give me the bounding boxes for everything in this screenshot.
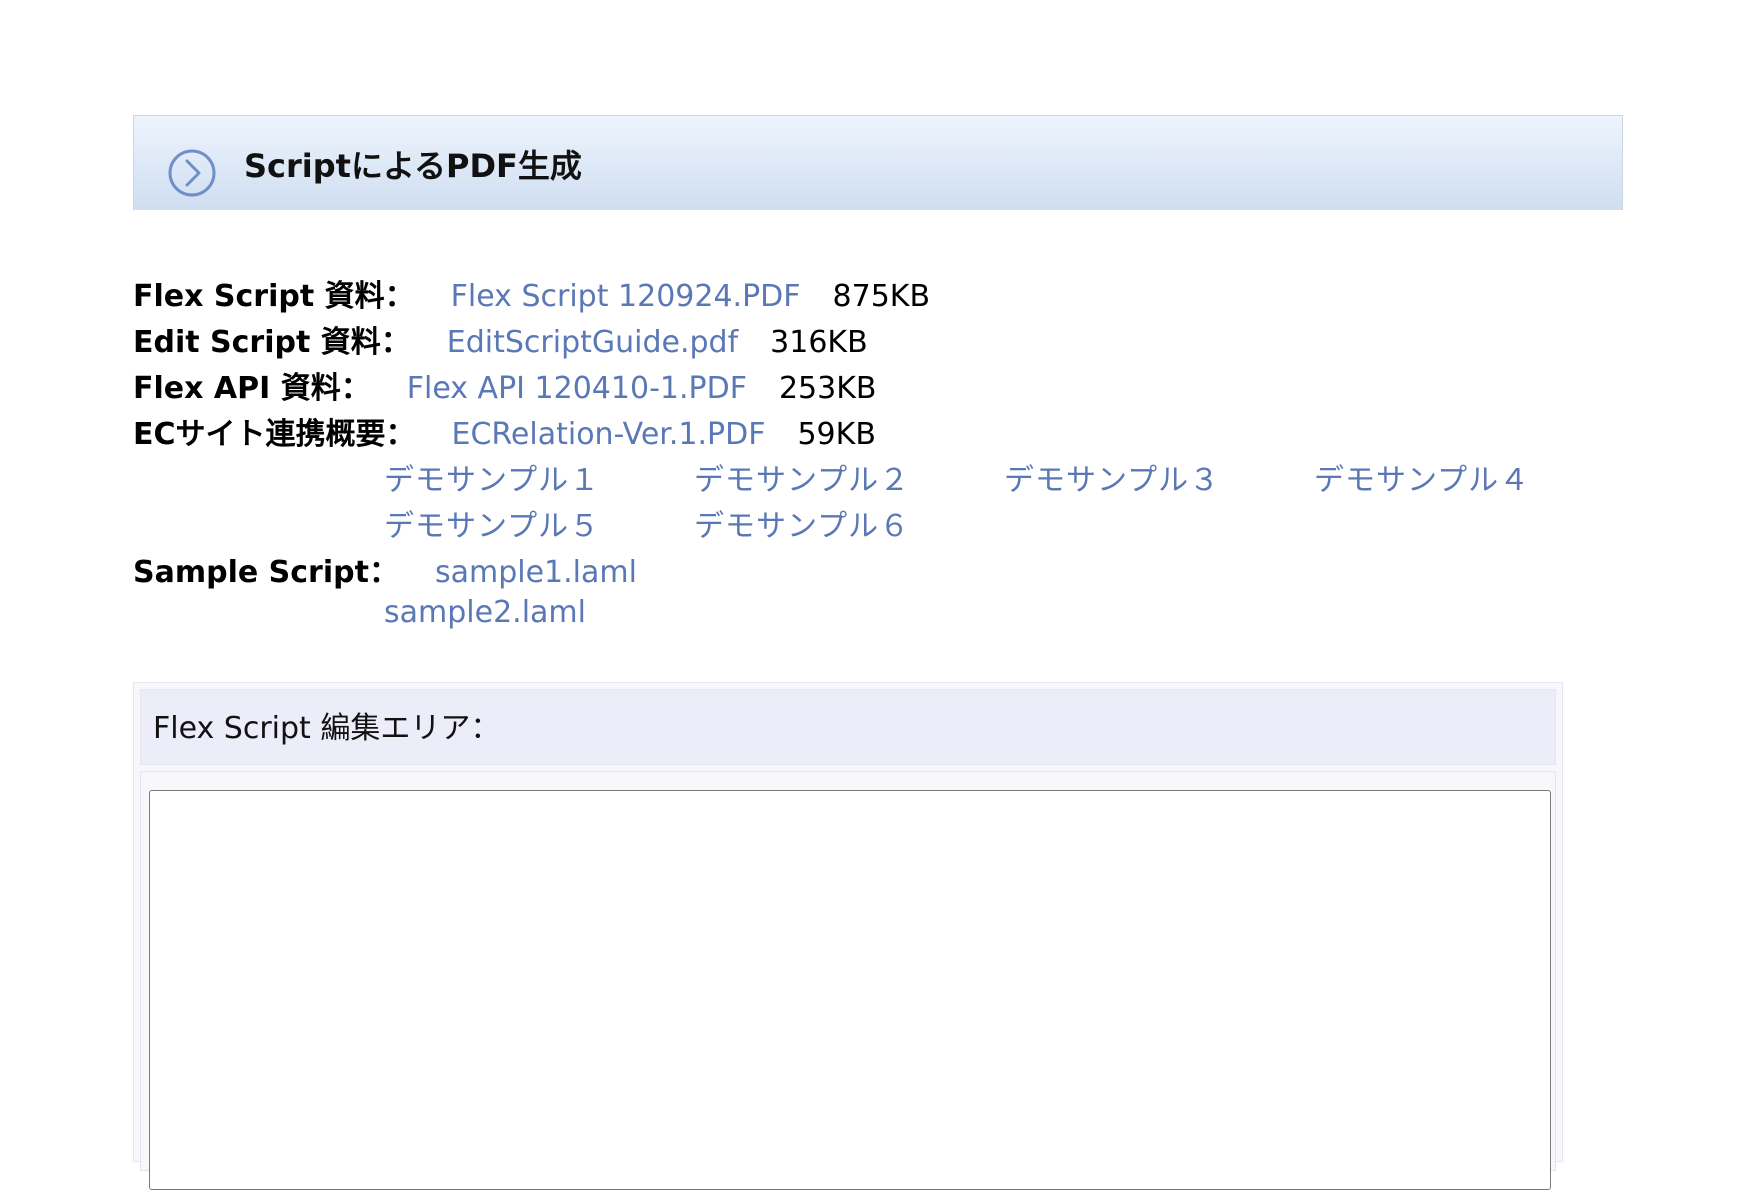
script-textarea[interactable] — [149, 790, 1551, 1190]
doc-size: 875KB — [832, 279, 931, 314]
chevron-right-circle-icon — [168, 149, 216, 197]
doc-size: 253KB — [778, 371, 877, 406]
demo-sample-link-2[interactable]: デモサンプル２ — [694, 458, 910, 504]
doc-link-flex-api[interactable]: Flex API 120410-1.PDF — [407, 371, 747, 406]
demo-sample-link-4[interactable]: デモサンプル４ — [1314, 458, 1530, 504]
editor-header: Flex Script 編集エリア： — [140, 689, 1556, 765]
script-editor-panel: Flex Script 編集エリア： — [133, 682, 1563, 1190]
doc-size: 316KB — [770, 325, 868, 360]
doc-link-edit-script[interactable]: EditScriptGuide.pdf — [447, 325, 738, 360]
demo-sample-link-5[interactable]: デモサンプル５ — [384, 504, 600, 550]
sample-script-link-2[interactable]: sample2.laml — [384, 595, 586, 630]
demo-sample-link-3[interactable]: デモサンプル３ — [1004, 458, 1220, 504]
doc-label: Flex API 資料： — [133, 371, 371, 406]
demo-sample-link-6[interactable]: デモサンプル６ — [694, 504, 910, 550]
doc-label: Flex Script 資料： — [133, 279, 415, 314]
doc-link-ec-relation[interactable]: ECRelation-Ver.1.PDF — [452, 417, 766, 452]
page-title: ScriptによるPDF生成 — [244, 147, 582, 185]
sample-script-link-1[interactable]: sample1.laml — [435, 555, 637, 590]
editor-label: Flex Script 編集エリア： — [153, 711, 501, 746]
doc-size: 59KB — [797, 417, 876, 452]
doc-row-flex-api: Flex API 資料： Flex API 120410-1.PDF 253KB — [133, 366, 876, 412]
sample-script-row-2: sample2.laml — [384, 590, 586, 636]
doc-link-flex-script[interactable]: Flex Script 120924.PDF — [451, 279, 801, 314]
doc-row-edit-script: Edit Script 資料： EditScriptGuide.pdf 316KB — [133, 320, 868, 366]
doc-label: ECサイト連携概要： — [133, 417, 416, 452]
sample-script-label: Sample Script： — [133, 555, 399, 590]
section-header: ScriptによるPDF生成 — [133, 115, 1623, 210]
doc-row-flex-script: Flex Script 資料： Flex Script 120924.PDF 875… — [133, 274, 930, 320]
doc-label: Edit Script 資料： — [133, 325, 411, 360]
demo-sample-link-1[interactable]: デモサンプル１ — [384, 458, 600, 504]
doc-row-ec-relation: ECサイト連携概要： ECRelation-Ver.1.PDF 59KB — [133, 412, 876, 458]
editor-body — [140, 771, 1556, 1190]
